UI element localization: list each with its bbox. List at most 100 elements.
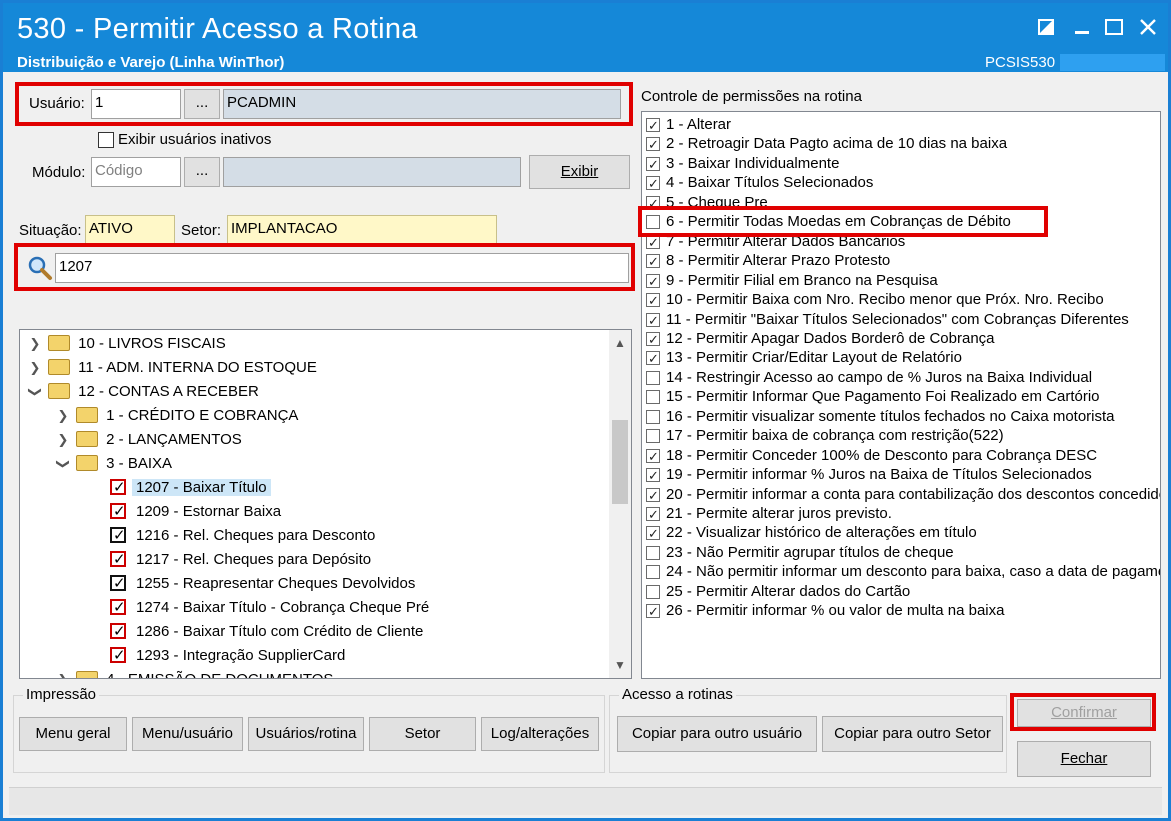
routine-checkbox[interactable]	[110, 500, 126, 524]
tree-node-adm-interna[interactable]: ❯ 11 - ADM. INTERNA DO ESTOQUE	[26, 356, 317, 380]
permission-item[interactable]: 3 - Baixar Individualmente	[646, 154, 839, 174]
chevron-right-icon[interactable]: ❯	[26, 356, 44, 380]
search-input[interactable]: 1207	[55, 253, 629, 283]
chevron-down-icon[interactable]: ❯	[51, 455, 75, 473]
routine-checkbox[interactable]	[110, 620, 126, 644]
tree-node-baixa[interactable]: ❯ 3 - BAIXA	[54, 452, 172, 476]
show-module-button[interactable]: Exibir	[529, 155, 630, 189]
tree-node-1255[interactable]: 1255 - Reapresentar Cheques Devolvidos	[110, 572, 415, 596]
minimize-icon[interactable]	[1067, 13, 1097, 43]
permission-item[interactable]: 9 - Permitir Filial em Branco na Pesquis…	[646, 271, 938, 291]
scroll-up-icon[interactable]: ▲	[614, 336, 626, 350]
menu-geral-button[interactable]: Menu geral	[19, 717, 127, 751]
chevron-right-icon[interactable]: ❯	[54, 404, 72, 428]
permission-item[interactable]: 18 - Permitir Conceder 100% de Desconto …	[646, 446, 1097, 466]
show-inactive-option[interactable]: Exibir usuários inativos	[98, 131, 271, 149]
log-alteracoes-button[interactable]: Log/alterações	[481, 717, 599, 751]
copy-setor-button[interactable]: Copiar para outro Setor	[822, 716, 1003, 752]
user-browse-button[interactable]: ...	[184, 89, 220, 119]
permission-checkbox[interactable]	[646, 602, 660, 621]
permission-item[interactable]: 23 - Não Permitir agrupar títulos de che…	[646, 543, 954, 562]
permission-item[interactable]: 6 - Permitir Todas Moedas em Cobranças d…	[646, 212, 1011, 231]
permission-item[interactable]: 11 - Permitir "Baixar Títulos Selecionad…	[646, 310, 1129, 330]
tree-node-1217[interactable]: 1217 - Rel. Cheques para Depósito	[110, 548, 371, 572]
routine-tree[interactable]: ❯ 10 - LIVROS FISCAIS ❯ 11 - ADM. INTERN…	[19, 329, 632, 679]
close-icon[interactable]	[1133, 13, 1163, 43]
module-code-field[interactable]: Código	[91, 157, 181, 187]
routine-checkbox[interactable]	[110, 572, 126, 596]
permission-checkbox[interactable]	[646, 429, 660, 444]
permission-item[interactable]: 20 - Permitir informar a conta para cont…	[646, 485, 1160, 505]
chevron-right-icon[interactable]: ❯	[54, 668, 72, 678]
permissions-list[interactable]: 1 - Alterar 2 - Retroagir Data Pagto acim…	[641, 111, 1161, 679]
chevron-right-icon[interactable]: ❯	[26, 332, 44, 356]
tree-node-livros-fiscais[interactable]: ❯ 10 - LIVROS FISCAIS	[26, 332, 226, 356]
copy-user-button[interactable]: Copiar para outro usuário	[617, 716, 817, 752]
tree-scrollbar[interactable]: ▲ ▼	[609, 330, 631, 678]
tree-node-1216[interactable]: 1216 - Rel. Cheques para Desconto	[110, 524, 375, 548]
chevron-right-icon[interactable]: ❯	[54, 428, 72, 452]
permission-checkbox[interactable]	[646, 215, 660, 230]
permission-item[interactable]: 2 - Retroagir Data Pagto acima de 10 dia…	[646, 134, 1007, 154]
permission-checkbox[interactable]	[646, 272, 660, 291]
routine-checkbox[interactable]	[110, 644, 126, 668]
tree-node-emissao[interactable]: ❯ 4 - EMISSÃO DE DOCUMENTOS	[54, 668, 333, 678]
permission-item[interactable]: 25 - Permitir Alterar dados do Cartão	[646, 582, 910, 601]
menu-usuario-button[interactable]: Menu/usuário	[132, 717, 243, 751]
permission-item[interactable]: 17 - Permitir baixa de cobrança com rest…	[646, 426, 1004, 445]
permission-checkbox[interactable]	[646, 390, 660, 405]
permission-item[interactable]: 10 - Permitir Baixa com Nro. Recibo meno…	[646, 290, 1104, 310]
permission-checkbox[interactable]	[646, 155, 660, 174]
tree-node-1209[interactable]: 1209 - Estornar Baixa	[110, 500, 281, 524]
tree-scroll-thumb[interactable]	[612, 420, 628, 504]
tree-node-lancamentos[interactable]: ❯ 2 - LANÇAMENTOS	[54, 428, 242, 452]
tree-node-credito-cobranca[interactable]: ❯ 1 - CRÉDITO E COBRANÇA	[54, 404, 299, 428]
permission-checkbox[interactable]	[646, 252, 660, 271]
permission-item[interactable]: 19 - Permitir informar % Juros na Baixa …	[646, 465, 1092, 485]
permission-checkbox[interactable]	[646, 233, 660, 252]
tree-node-1274[interactable]: 1274 - Baixar Título - Cobrança Cheque P…	[110, 596, 429, 620]
routine-checkbox[interactable]	[110, 476, 126, 500]
permission-item[interactable]: 16 - Permitir visualizar somente títulos…	[646, 407, 1115, 426]
permission-checkbox[interactable]	[646, 447, 660, 466]
permission-item[interactable]: 7 - Permitir Alterar Dados Bancários	[646, 232, 905, 252]
module-browse-button[interactable]: ...	[184, 157, 220, 187]
permission-checkbox[interactable]	[646, 565, 660, 580]
maximize-icon[interactable]	[1099, 13, 1129, 43]
permission-item[interactable]: 13 - Permitir Criar/Editar Layout de Rel…	[646, 348, 962, 368]
permission-item[interactable]: 21 - Permite alterar juros previsto.	[646, 504, 892, 524]
usuarios-rotina-button[interactable]: Usuários/rotina	[248, 717, 364, 751]
user-id-field[interactable]: 1	[91, 89, 181, 119]
permission-item[interactable]: 12 - Permitir Apagar Dados Borderô de Co…	[646, 329, 995, 349]
confirm-button[interactable]: Confirmar	[1017, 699, 1151, 727]
permission-checkbox[interactable]	[646, 486, 660, 505]
routine-checkbox[interactable]	[110, 596, 126, 620]
permission-checkbox[interactable]	[646, 409, 660, 424]
show-inactive-checkbox[interactable]	[98, 132, 114, 149]
permission-checkbox[interactable]	[646, 349, 660, 368]
setor-button[interactable]: Setor	[369, 717, 476, 751]
permission-checkbox[interactable]	[646, 370, 660, 385]
permission-checkbox[interactable]	[646, 174, 660, 193]
permission-checkbox[interactable]	[646, 291, 660, 310]
tree-node-1293[interactable]: 1293 - Integração SupplierCard	[110, 644, 345, 668]
permission-checkbox[interactable]	[646, 584, 660, 599]
permission-checkbox[interactable]	[646, 505, 660, 524]
permission-checkbox[interactable]	[646, 330, 660, 349]
permission-item[interactable]: 5 - Cheque Pre	[646, 193, 768, 213]
permission-item[interactable]: 1 - Alterar	[646, 115, 731, 135]
permission-checkbox[interactable]	[646, 135, 660, 154]
permission-item[interactable]: 24 - Não permitir informar um desconto p…	[646, 562, 1160, 581]
chevron-down-icon[interactable]: ❯	[23, 383, 47, 401]
scroll-down-icon[interactable]: ▼	[614, 658, 626, 672]
permission-item[interactable]: 14 - Restringir Acesso ao campo de % Jur…	[646, 368, 1092, 387]
permission-item[interactable]: 26 - Permitir informar % ou valor de mul…	[646, 601, 1004, 621]
tree-node-1286[interactable]: 1286 - Baixar Título com Crédito de Clie…	[110, 620, 423, 644]
permission-checkbox[interactable]	[646, 545, 660, 560]
restore-icon[interactable]	[1031, 13, 1061, 43]
permission-checkbox[interactable]	[646, 524, 660, 543]
permission-checkbox[interactable]	[646, 194, 660, 213]
permission-item[interactable]: 15 - Permitir Informar Que Pagamento Foi…	[646, 387, 1100, 406]
routine-checkbox[interactable]	[110, 548, 126, 572]
permission-item[interactable]: 22 - Visualizar histórico de alterações …	[646, 523, 977, 543]
